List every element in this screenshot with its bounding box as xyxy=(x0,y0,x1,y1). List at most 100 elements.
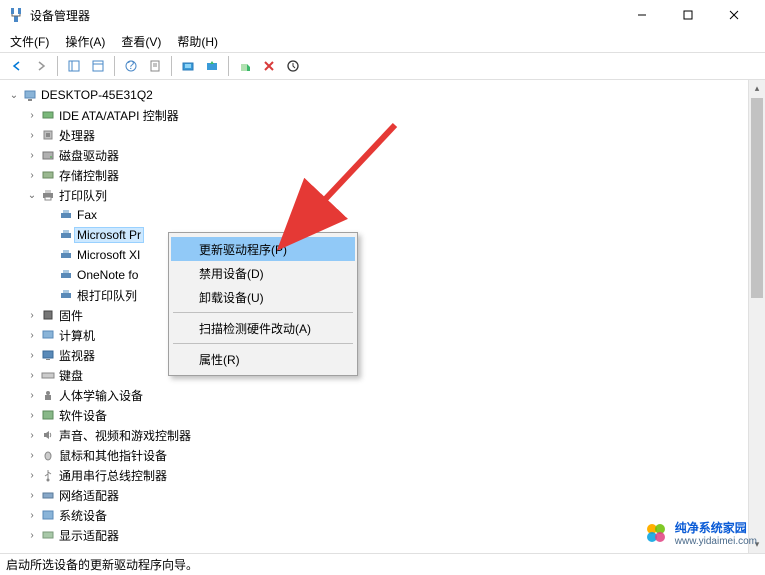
menu-view[interactable]: 查看(V) xyxy=(117,31,165,52)
tree-item-storage[interactable]: ›存储控制器 xyxy=(7,165,762,185)
printer-icon xyxy=(57,228,75,242)
keyboard-icon xyxy=(39,368,57,382)
ctx-disable-device[interactable]: 禁用设备(D) xyxy=(171,261,355,285)
system-icon xyxy=(39,508,57,522)
watermark-title: 纯净系统家园 xyxy=(675,519,757,536)
tree-item-usb[interactable]: ›通用串行总线控制器 xyxy=(7,465,762,485)
tree-item-msxps[interactable]: Microsoft XI xyxy=(7,245,762,265)
toolbar-uninstall-icon[interactable] xyxy=(258,55,280,77)
menu-help[interactable]: 帮助(H) xyxy=(173,31,222,52)
printer-icon xyxy=(57,288,75,302)
chevron-right-icon[interactable]: › xyxy=(25,510,39,521)
toolbar-enable-icon[interactable] xyxy=(234,55,256,77)
maximize-button[interactable] xyxy=(665,0,711,30)
app-icon xyxy=(8,7,24,23)
computer-icon xyxy=(39,328,57,342)
ctx-update-driver[interactable]: 更新驱动程序(P) xyxy=(171,237,355,261)
menu-action[interactable]: 操作(A) xyxy=(61,31,109,52)
tree-item-audio[interactable]: ›声音、视频和游戏控制器 xyxy=(7,425,762,445)
tree-item-mouse[interactable]: ›鼠标和其他指针设备 xyxy=(7,445,762,465)
watermark-url: www.yidaimei.com xyxy=(675,536,757,547)
vertical-scrollbar[interactable]: ▴ ▾ xyxy=(748,80,765,553)
menu-file[interactable]: 文件(F) xyxy=(6,31,53,52)
usb-icon xyxy=(39,468,57,482)
chevron-right-icon[interactable]: › xyxy=(25,410,39,421)
monitor-icon xyxy=(39,348,57,362)
back-button[interactable] xyxy=(6,55,28,77)
chevron-right-icon[interactable]: › xyxy=(25,490,39,501)
tree-item-hid[interactable]: ›人体学输入设备 xyxy=(7,385,762,405)
display-adapter-icon xyxy=(39,528,57,542)
titlebar: 设备管理器 xyxy=(0,0,765,30)
chevron-right-icon[interactable]: › xyxy=(25,310,39,321)
toolbar: ? xyxy=(0,52,765,80)
scrollbar-thumb[interactable] xyxy=(751,98,763,298)
context-menu: 更新驱动程序(P) 禁用设备(D) 卸载设备(U) 扫描检测硬件改动(A) 属性… xyxy=(168,232,358,376)
menubar: 文件(F) 操作(A) 查看(V) 帮助(H) xyxy=(0,30,765,52)
watermark: 纯净系统家园 www.yidaimei.com xyxy=(643,519,757,547)
toolbar-disable-icon[interactable] xyxy=(282,55,304,77)
chevron-right-icon[interactable]: › xyxy=(25,390,39,401)
tree-root-label: DESKTOP-45E31Q2 xyxy=(39,88,155,102)
cpu-icon xyxy=(39,128,57,142)
printer-icon xyxy=(57,268,75,282)
chevron-down-icon[interactable]: ⌄ xyxy=(7,90,21,101)
statusbar: 启动所选设备的更新驱动程序向导。 xyxy=(0,553,765,575)
context-menu-separator xyxy=(173,343,353,344)
tree-item-msprint[interactable]: Microsoft Pr xyxy=(7,225,762,245)
tree-item-keyboard[interactable]: ›键盘 xyxy=(7,365,762,385)
chevron-right-icon[interactable]: › xyxy=(25,350,39,361)
window-title: 设备管理器 xyxy=(30,7,619,24)
tree-root[interactable]: ⌄ DESKTOP-45E31Q2 xyxy=(7,85,762,105)
tree-item-ide[interactable]: ›IDE ATA/ATAPI 控制器 xyxy=(7,105,762,125)
forward-button[interactable] xyxy=(30,55,52,77)
tree-item-rootprint[interactable]: 根打印队列 xyxy=(7,285,762,305)
controller-icon xyxy=(39,108,57,122)
toolbar-view-icon[interactable] xyxy=(63,55,85,77)
chevron-down-icon[interactable]: ⌄ xyxy=(25,190,39,201)
tree-item-firmware[interactable]: ›固件 xyxy=(7,305,762,325)
disk-icon xyxy=(39,148,57,162)
device-tree[interactable]: ⌄ DESKTOP-45E31Q2 ›IDE ATA/ATAPI 控制器 ›处理… xyxy=(0,80,763,553)
tree-item-cpu[interactable]: ›处理器 xyxy=(7,125,762,145)
scroll-up-icon[interactable]: ▴ xyxy=(749,80,765,97)
chevron-right-icon[interactable]: › xyxy=(25,450,39,461)
toolbar-update-icon[interactable] xyxy=(201,55,223,77)
ctx-properties[interactable]: 属性(R) xyxy=(171,347,355,371)
chevron-right-icon[interactable]: › xyxy=(25,430,39,441)
tree-item-fax[interactable]: Fax xyxy=(7,205,762,225)
chevron-right-icon[interactable]: › xyxy=(25,110,39,121)
toolbar-view2-icon[interactable] xyxy=(87,55,109,77)
tree-item-software[interactable]: ›软件设备 xyxy=(7,405,762,425)
chevron-right-icon[interactable]: › xyxy=(25,330,39,341)
ctx-scan-hardware[interactable]: 扫描检测硬件改动(A) xyxy=(171,316,355,340)
ctx-uninstall-device[interactable]: 卸载设备(U) xyxy=(171,285,355,309)
chevron-right-icon[interactable]: › xyxy=(25,150,39,161)
speaker-icon xyxy=(39,428,57,442)
tree-item-printqueue[interactable]: ⌄打印队列 xyxy=(7,185,762,205)
toolbar-help-icon[interactable]: ? xyxy=(120,55,142,77)
watermark-logo-icon xyxy=(643,520,669,546)
toolbar-properties-icon[interactable] xyxy=(144,55,166,77)
chevron-right-icon[interactable]: › xyxy=(25,370,39,381)
chevron-right-icon[interactable]: › xyxy=(25,170,39,181)
network-icon xyxy=(39,488,57,502)
tree-item-disk[interactable]: ›磁盘驱动器 xyxy=(7,145,762,165)
minimize-button[interactable] xyxy=(619,0,665,30)
tree-item-monitor[interactable]: ›监视器 xyxy=(7,345,762,365)
firmware-icon xyxy=(39,308,57,322)
tree-item-network[interactable]: ›网络适配器 xyxy=(7,485,762,505)
storage-icon xyxy=(39,168,57,182)
chevron-right-icon[interactable]: › xyxy=(25,470,39,481)
statusbar-text: 启动所选设备的更新驱动程序向导。 xyxy=(6,556,198,573)
tree-item-onenote[interactable]: OneNote fo xyxy=(7,265,762,285)
mouse-icon xyxy=(39,448,57,462)
hid-icon xyxy=(39,388,57,402)
chevron-right-icon[interactable]: › xyxy=(25,530,39,541)
chevron-right-icon[interactable]: › xyxy=(25,130,39,141)
close-button[interactable] xyxy=(711,0,757,30)
tree-item-computer[interactable]: ›计算机 xyxy=(7,325,762,345)
toolbar-scan-icon[interactable] xyxy=(177,55,199,77)
printer-icon xyxy=(57,248,75,262)
software-icon xyxy=(39,408,57,422)
